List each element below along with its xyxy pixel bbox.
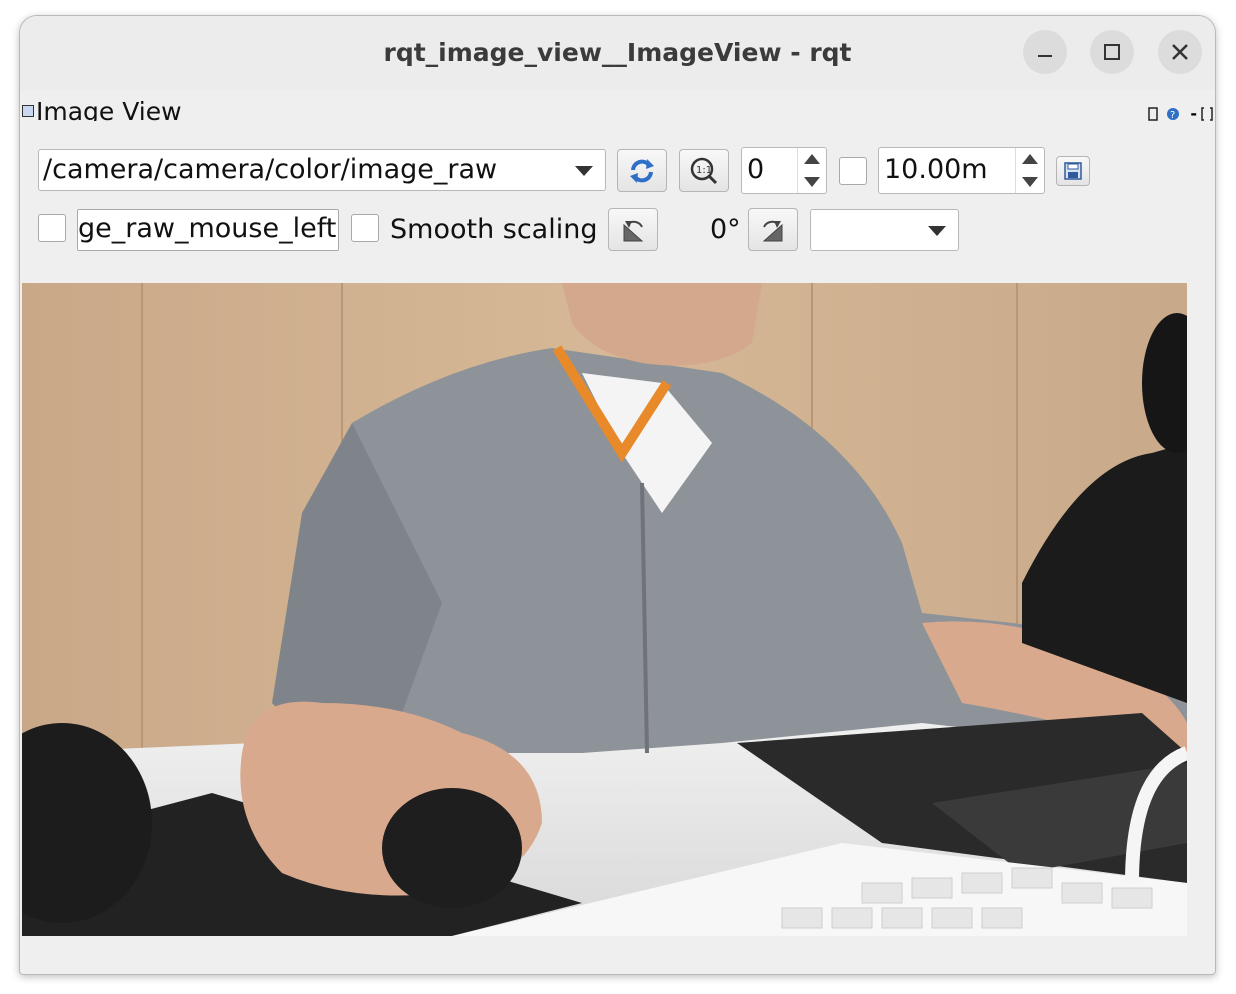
close-icon <box>1172 44 1188 60</box>
help-icon[interactable]: ? <box>1166 107 1180 121</box>
spin-down-icon[interactable] <box>1022 177 1038 187</box>
close-button[interactable] <box>1158 30 1202 74</box>
smooth-scaling-label: Smooth scaling <box>390 214 598 245</box>
maximize-button[interactable] <box>1090 30 1134 74</box>
mouse-topic-input[interactable]: ge_raw_mouse_left <box>77 209 339 251</box>
frame-number-spinbox[interactable]: 0 <box>741 147 827 194</box>
chevron-down-icon <box>575 166 593 176</box>
dock-title: Image View <box>36 97 182 121</box>
dynamic-range-checkbox[interactable] <box>839 157 867 185</box>
spin-down-icon[interactable] <box>804 177 820 187</box>
float-icon[interactable] <box>1201 106 1213 121</box>
max-range-spinbox[interactable]: 10.00m <box>878 147 1045 194</box>
rotate-right-button[interactable] <box>748 208 798 251</box>
topic-select-value: /camera/camera/color/image_raw <box>43 154 498 185</box>
camera-image-content <box>22 283 1187 936</box>
zoom-1to1-icon: 1:1 <box>690 157 718 184</box>
zoom-1to1-button[interactable]: 1:1 <box>679 149 729 192</box>
mouse-topic-value: ge_raw_mouse_left <box>78 213 337 244</box>
svg-text:1:1: 1:1 <box>696 165 712 176</box>
spin-up-icon[interactable] <box>804 154 820 164</box>
smooth-scaling-checkbox[interactable] <box>351 214 379 242</box>
topic-select[interactable]: /camera/camera/color/image_raw <box>38 149 606 191</box>
save-image-button[interactable] <box>1056 156 1090 186</box>
refresh-icon <box>630 158 654 183</box>
max-range-value: 10.00m <box>884 154 988 185</box>
dock-title-bar[interactable]: Image View ? - <box>20 90 1215 123</box>
spin-up-icon[interactable] <box>1022 154 1038 164</box>
publish-mouse-checkbox[interactable] <box>38 214 66 242</box>
save-icon <box>1064 162 1082 180</box>
color-scheme-select[interactable] <box>810 209 959 251</box>
maximize-icon <box>1104 44 1120 60</box>
rotate-left-button[interactable] <box>608 208 658 251</box>
titlebar[interactable]: rqt_image_view__ImageView - rqt <box>20 16 1215 91</box>
minimize-icon <box>1038 55 1052 57</box>
dock-icon[interactable] <box>1148 106 1162 121</box>
rotation-angle-label: 0° <box>710 214 741 245</box>
chevron-down-icon <box>928 226 946 236</box>
rotate-right-icon <box>762 220 783 241</box>
refresh-topics-button[interactable] <box>617 149 667 192</box>
camera-feed-image[interactable] <box>22 283 1187 936</box>
dock-controls: ? - <box>1148 104 1213 123</box>
rotate-left-icon <box>623 220 644 241</box>
app-window: rqt_image_view__ImageView - rqt Image Vi… <box>19 15 1216 975</box>
minimize-button[interactable] <box>1023 30 1067 74</box>
frame-number-value: 0 <box>747 154 765 185</box>
svg-text:?: ? <box>1170 110 1175 121</box>
dock-icon <box>22 105 34 117</box>
minus-icon[interactable]: - <box>1190 104 1197 123</box>
